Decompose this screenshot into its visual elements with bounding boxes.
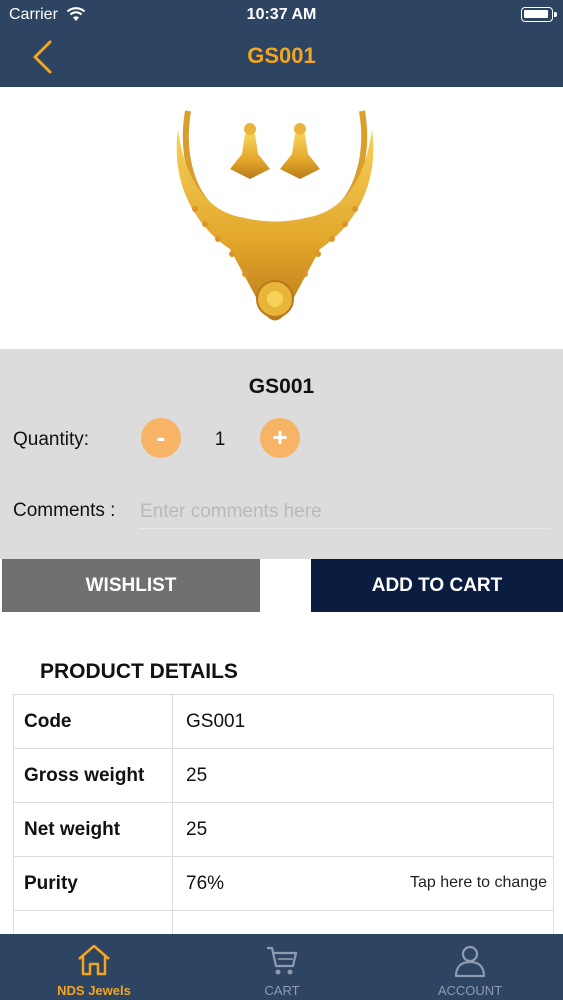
tab-label: ACCOUNT [437, 983, 503, 998]
tab-label: NDS Jewels [57, 983, 131, 998]
product-details-heading: PRODUCT DETAILS [40, 660, 238, 683]
table-row: Purity 76% Tap here to change [13, 856, 554, 911]
clock: 10:37 AM [246, 6, 317, 23]
table-row: Gross weight 25 [13, 748, 554, 803]
product-image [0, 87, 563, 349]
product-options-panel: GS001 Quantity: - 1 + Comments : [0, 349, 563, 559]
detail-value-cell: 76% Tap here to change [172, 856, 554, 911]
detail-key: Gross weight [13, 748, 173, 803]
detail-key: Purity [13, 856, 173, 911]
detail-value: GS001 [172, 694, 554, 749]
status-bar: Carrier 10:37 AM [0, 0, 563, 30]
tab-home[interactable]: NDS Jewels [0, 934, 188, 1000]
necklace-image [176, 110, 374, 321]
product-detail-screen: Carrier 10:37 AM GS001 GS001 Quantity: -… [0, 0, 563, 1000]
home-icon [78, 944, 110, 976]
navigation-bar: Carrier 10:37 AM GS001 [0, 0, 563, 87]
detail-value: 76% [186, 872, 225, 894]
comments-input[interactable] [140, 495, 550, 529]
detail-value: 25 [172, 802, 554, 857]
tab-label: CART [264, 983, 300, 998]
detail-key: Code [13, 694, 173, 749]
page-title: GS001 [247, 43, 316, 68]
account-icon [454, 945, 486, 978]
quantity-value: 1 [214, 429, 226, 450]
tab-account[interactable]: ACCOUNT [376, 934, 563, 1000]
tab-cart[interactable]: CART [188, 934, 376, 1000]
tab-bar: NDS Jewels CART ACCOUNT [0, 934, 563, 1000]
wishlist-button[interactable]: WISHLIST [2, 559, 260, 612]
battery-icon [521, 7, 557, 22]
table-row: Net weight 25 [13, 802, 554, 857]
product-details-table: Code GS001 Gross weight 25 Net weight 25… [13, 694, 554, 965]
detail-key: Net weight [13, 802, 173, 857]
decrease-quantity-button[interactable]: - [141, 418, 181, 458]
increase-quantity-button[interactable]: + [260, 418, 300, 458]
product-name: GS001 [248, 375, 315, 398]
table-row: Code GS001 [13, 694, 554, 749]
quantity-label: Quantity: [13, 429, 90, 450]
comments-label: Comments : [13, 500, 116, 521]
cart-icon [267, 946, 298, 975]
add-to-cart-button[interactable]: ADD TO CART [311, 559, 563, 612]
change-purity-link[interactable]: Tap here to change [410, 874, 547, 892]
detail-value: 25 [172, 748, 554, 803]
